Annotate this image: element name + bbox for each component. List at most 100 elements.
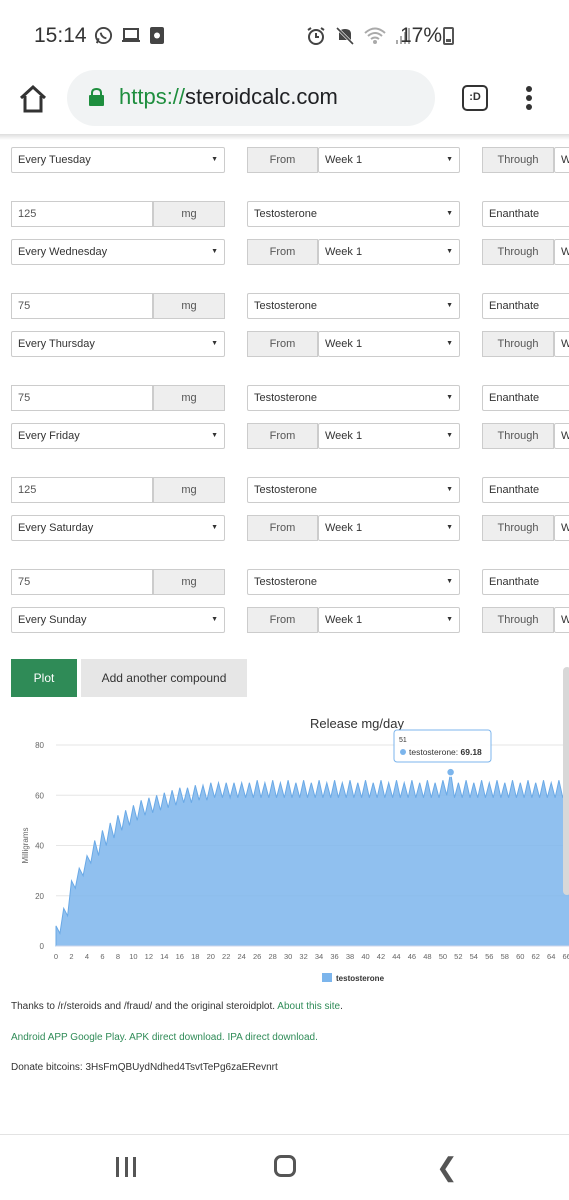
overflow-menu-icon[interactable]: [526, 86, 534, 112]
schedule-row: Every Friday ▼ From Week 1 ▼ Through W: [0, 423, 569, 449]
about-link[interactable]: About this site: [277, 1001, 340, 1012]
scrollbar-thumb[interactable]: [563, 667, 569, 895]
x-tick-label: 16: [176, 952, 184, 961]
x-tick-label: 12: [145, 952, 153, 961]
legend-swatch: [322, 973, 332, 982]
url-bar[interactable]: https://steroidcalc.com: [67, 70, 435, 126]
through-week-select[interactable]: W: [554, 331, 569, 357]
ester-select[interactable]: Enanthate: [482, 201, 569, 227]
donate-text: Donate bitcoins: 3HsFmQBUydNdhed4TsvtTeP…: [11, 1062, 278, 1073]
recents-icon[interactable]: [116, 1157, 136, 1177]
ester-select[interactable]: Enanthate: [482, 569, 569, 595]
chevron-down-icon: ▼: [446, 340, 453, 347]
chevron-down-icon: ▼: [446, 248, 453, 255]
through-week-select[interactable]: W: [554, 423, 569, 449]
dose-input[interactable]: 125: [11, 477, 153, 503]
ester-select[interactable]: Enanthate: [482, 477, 569, 503]
tooltip-bullet: [400, 749, 406, 755]
through-label: Through: [482, 607, 554, 633]
from-week-select[interactable]: Week 1 ▼: [318, 147, 460, 173]
x-tick-label: 46: [408, 952, 416, 961]
day-select[interactable]: Every Wednesday ▼: [11, 239, 225, 265]
chevron-down-icon: ▼: [211, 156, 218, 163]
from-label: From: [247, 239, 318, 265]
compound-select[interactable]: Testosterone ▼: [247, 569, 460, 595]
compound-value: Testosterone: [254, 208, 317, 220]
google-play-link[interactable]: Android APP Google Play.: [11, 1032, 127, 1043]
chevron-down-icon: ▼: [446, 302, 453, 309]
ester-value: Enanthate: [489, 208, 540, 220]
x-tick-label: 32: [299, 952, 307, 961]
chevron-down-icon: ▼: [446, 524, 453, 531]
day-select[interactable]: Every Thursday ▼: [11, 331, 225, 357]
from-week-value: Week 1: [325, 246, 363, 258]
compound-select[interactable]: Testosterone ▼: [247, 477, 460, 503]
day-select[interactable]: Every Saturday ▼: [11, 515, 225, 541]
unit-label: mg: [153, 569, 225, 595]
ipa-download-link[interactable]: IPA direct download.: [227, 1032, 317, 1043]
x-tick-label: 40: [361, 952, 369, 961]
compound-value: Testosterone: [254, 392, 317, 404]
home-nav-icon[interactable]: [274, 1155, 296, 1177]
dose-input[interactable]: 75: [11, 569, 153, 595]
ester-value: Enanthate: [489, 576, 540, 588]
x-tick-label: 30: [284, 952, 292, 961]
through-week-select[interactable]: W: [554, 147, 569, 173]
chevron-down-icon: ▼: [446, 432, 453, 439]
chevron-down-icon: ▼: [211, 432, 218, 439]
chevron-down-icon: ▼: [446, 616, 453, 623]
dose-row: 75 mg Testosterone ▼ Enanthate: [0, 569, 569, 595]
unit-label: mg: [153, 293, 225, 319]
day-select[interactable]: Every Sunday ▼: [11, 607, 225, 633]
through-week-select[interactable]: W: [554, 515, 569, 541]
tooltip-x: 51: [399, 737, 407, 744]
home-icon[interactable]: [18, 84, 48, 114]
from-label: From: [247, 515, 318, 541]
day-select[interactable]: Every Friday ▼: [11, 423, 225, 449]
unit-label: mg: [153, 477, 225, 503]
through-week-value: W: [561, 430, 569, 442]
plot-button[interactable]: Plot: [11, 659, 77, 697]
from-week-value: Week 1: [325, 522, 363, 534]
url-text[interactable]: https://steroidcalc.com: [119, 84, 338, 110]
from-week-select[interactable]: Week 1 ▼: [318, 515, 460, 541]
chart-title: Release mg/day: [310, 716, 404, 731]
day-select-value: Every Thursday: [18, 338, 95, 350]
from-week-select[interactable]: Week 1 ▼: [318, 423, 460, 449]
through-week-value: W: [561, 522, 569, 534]
compound-select[interactable]: Testosterone ▼: [247, 201, 460, 227]
apk-download-link[interactable]: APK direct download.: [129, 1032, 225, 1043]
chevron-down-icon: ▼: [446, 486, 453, 493]
compound-select[interactable]: Testosterone ▼: [247, 293, 460, 319]
dose-input[interactable]: 75: [11, 293, 153, 319]
compound-select[interactable]: Testosterone ▼: [247, 385, 460, 411]
compound-value: Testosterone: [254, 300, 317, 312]
from-week-select[interactable]: Week 1 ▼: [318, 239, 460, 265]
add-compound-button[interactable]: Add another compound: [81, 659, 247, 697]
from-week-select[interactable]: Week 1 ▼: [318, 607, 460, 633]
tab-switcher-button[interactable]: :D: [462, 85, 488, 111]
through-label: Through: [482, 239, 554, 265]
back-icon[interactable]: ❮: [436, 1154, 458, 1180]
x-tick-label: 58: [501, 952, 509, 961]
dose-input[interactable]: 75: [11, 385, 153, 411]
x-tick-label: 36: [330, 952, 338, 961]
through-label: Through: [482, 515, 554, 541]
chevron-down-icon: ▼: [211, 524, 218, 531]
page-content: Every Tuesday▼FromWeek 1▼ThroughW125mgTe…: [0, 140, 569, 1000]
tooltip-value: 69.18: [461, 747, 483, 757]
dose-input[interactable]: 125: [11, 201, 153, 227]
browser-toolbar: https://steroidcalc.com :D: [0, 70, 569, 134]
screen-record-icon: [150, 27, 164, 44]
ester-select[interactable]: Enanthate: [482, 293, 569, 319]
ester-select[interactable]: Enanthate: [482, 385, 569, 411]
tooltip-box: [393, 729, 492, 763]
day-select[interactable]: Every Tuesday ▼: [11, 147, 225, 173]
through-week-value: W: [561, 246, 569, 258]
from-week-select[interactable]: Week 1 ▼: [318, 331, 460, 357]
from-label: From: [247, 607, 318, 633]
through-week-select[interactable]: W: [554, 239, 569, 265]
through-week-select[interactable]: W: [554, 607, 569, 633]
chart-svg: Release mg/day020406080Milligrams0 2 4 6 8 10…: [21, 716, 569, 983]
through-week-value: W: [561, 614, 569, 626]
